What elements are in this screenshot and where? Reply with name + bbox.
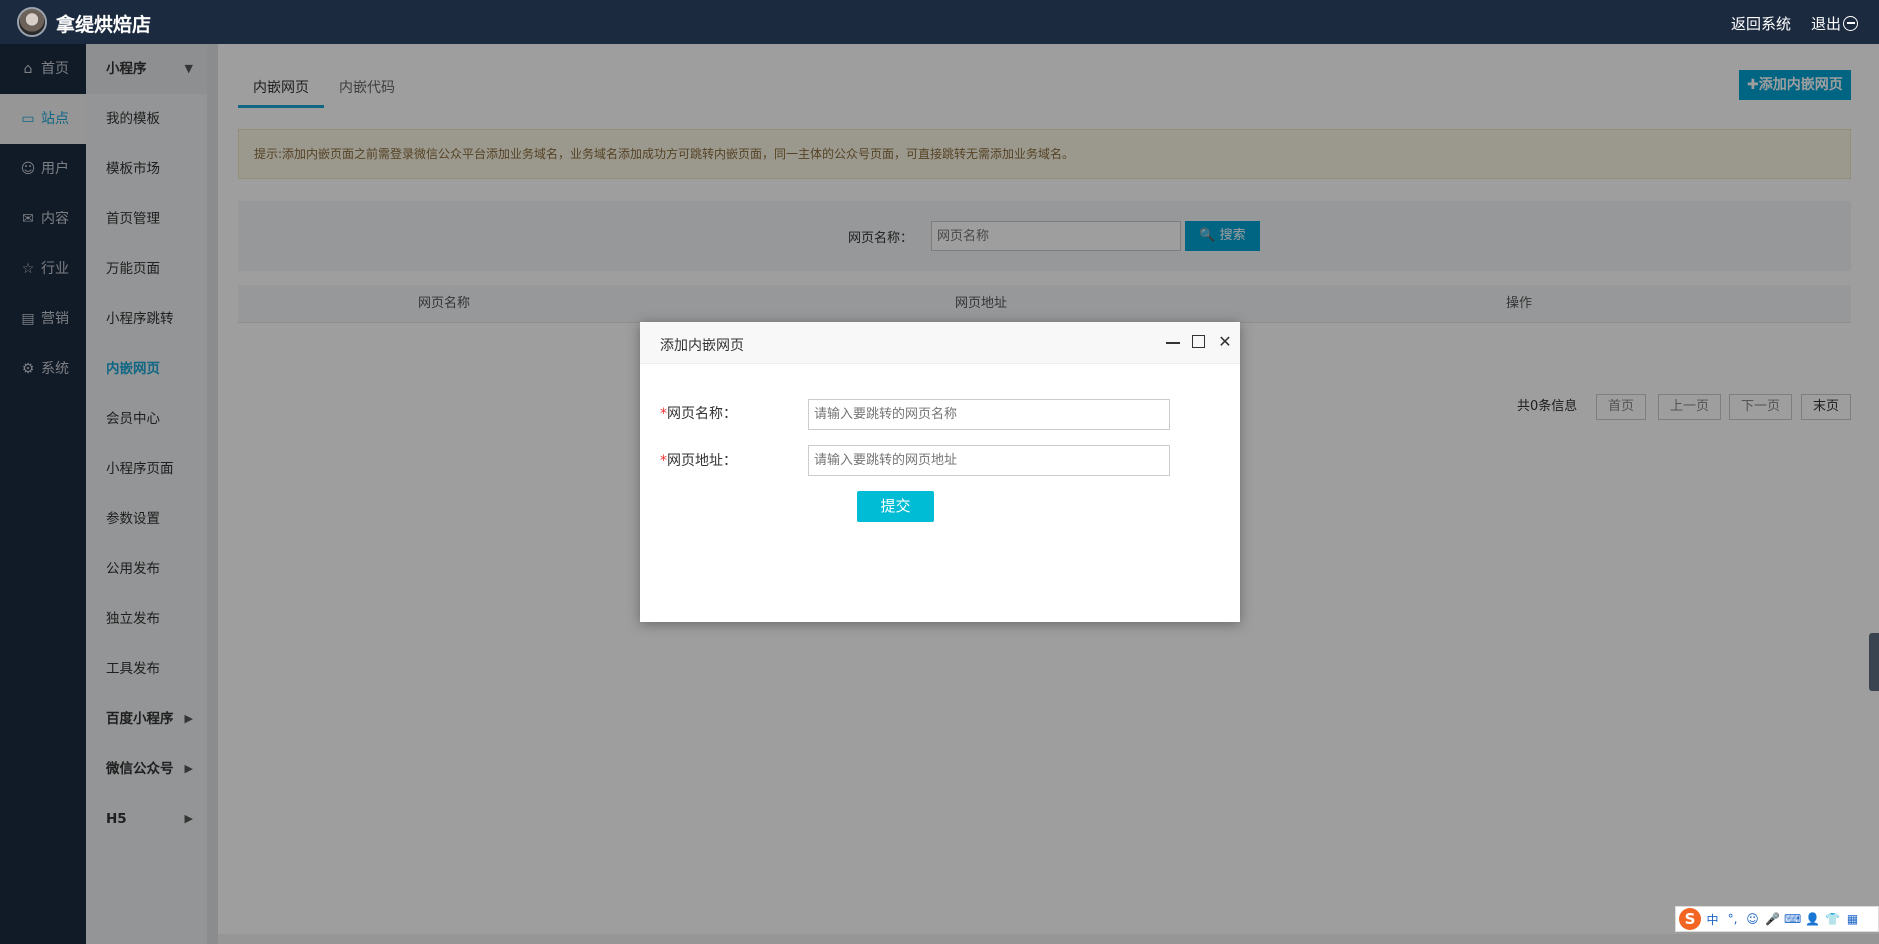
back-to-system-link[interactable]: 返回系统: [1731, 13, 1791, 34]
url-field-label-text: 网页地址：: [667, 453, 737, 469]
name-field-label-text: 网页名称：: [667, 406, 737, 422]
close-button[interactable]: ✕: [1215, 332, 1235, 352]
page-url-input[interactable]: [808, 445, 1170, 476]
close-icon: ✕: [1218, 332, 1232, 351]
ime-user-icon[interactable]: 👤: [1804, 912, 1821, 926]
maximize-icon: [1192, 335, 1205, 348]
logout-icon: [1843, 16, 1859, 31]
side-panel-handle[interactable]: [1869, 633, 1879, 691]
ime-voice-icon[interactable]: 🎤: [1764, 912, 1781, 926]
shop-avatar: [17, 7, 47, 37]
sogou-logo-icon[interactable]: S: [1679, 908, 1701, 930]
minimize-icon: [1166, 342, 1180, 344]
ime-punctuation-icon[interactable]: °,: [1724, 912, 1741, 926]
ime-skin-icon[interactable]: 👕: [1824, 912, 1841, 926]
required-mark: *: [660, 406, 667, 422]
required-mark: *: [660, 453, 667, 469]
add-embedded-page-dialog: 添加内嵌网页 ✕ *网页名称： *网页地址： 提交: [640, 322, 1240, 622]
ime-toolbar: S 中 °, ☺ 🎤 ⌨ 👤 👕 ▦: [1675, 906, 1879, 932]
dialog-header: 添加内嵌网页 ✕: [640, 322, 1240, 364]
ime-lang-toggle[interactable]: 中: [1704, 911, 1721, 928]
logout-link[interactable]: 退出: [1811, 13, 1859, 34]
top-bar: 拿缇烘焙店 返回系统 退出: [0, 0, 1879, 44]
url-field-label: *网页地址：: [660, 450, 737, 470]
page-name-input[interactable]: [808, 399, 1170, 430]
dialog-title: 添加内嵌网页: [660, 338, 744, 354]
ime-emoji-icon[interactable]: ☺: [1744, 912, 1761, 926]
logout-label: 退出: [1811, 15, 1842, 33]
shop-name: 拿缇烘焙店: [56, 14, 152, 36]
ime-keyboard-icon[interactable]: ⌨: [1784, 912, 1801, 926]
minimize-button[interactable]: [1163, 332, 1183, 352]
maximize-button[interactable]: [1189, 332, 1209, 352]
name-field-label: *网页名称：: [660, 403, 737, 423]
submit-button[interactable]: 提交: [857, 491, 934, 522]
ime-toolbox-icon[interactable]: ▦: [1844, 912, 1861, 926]
